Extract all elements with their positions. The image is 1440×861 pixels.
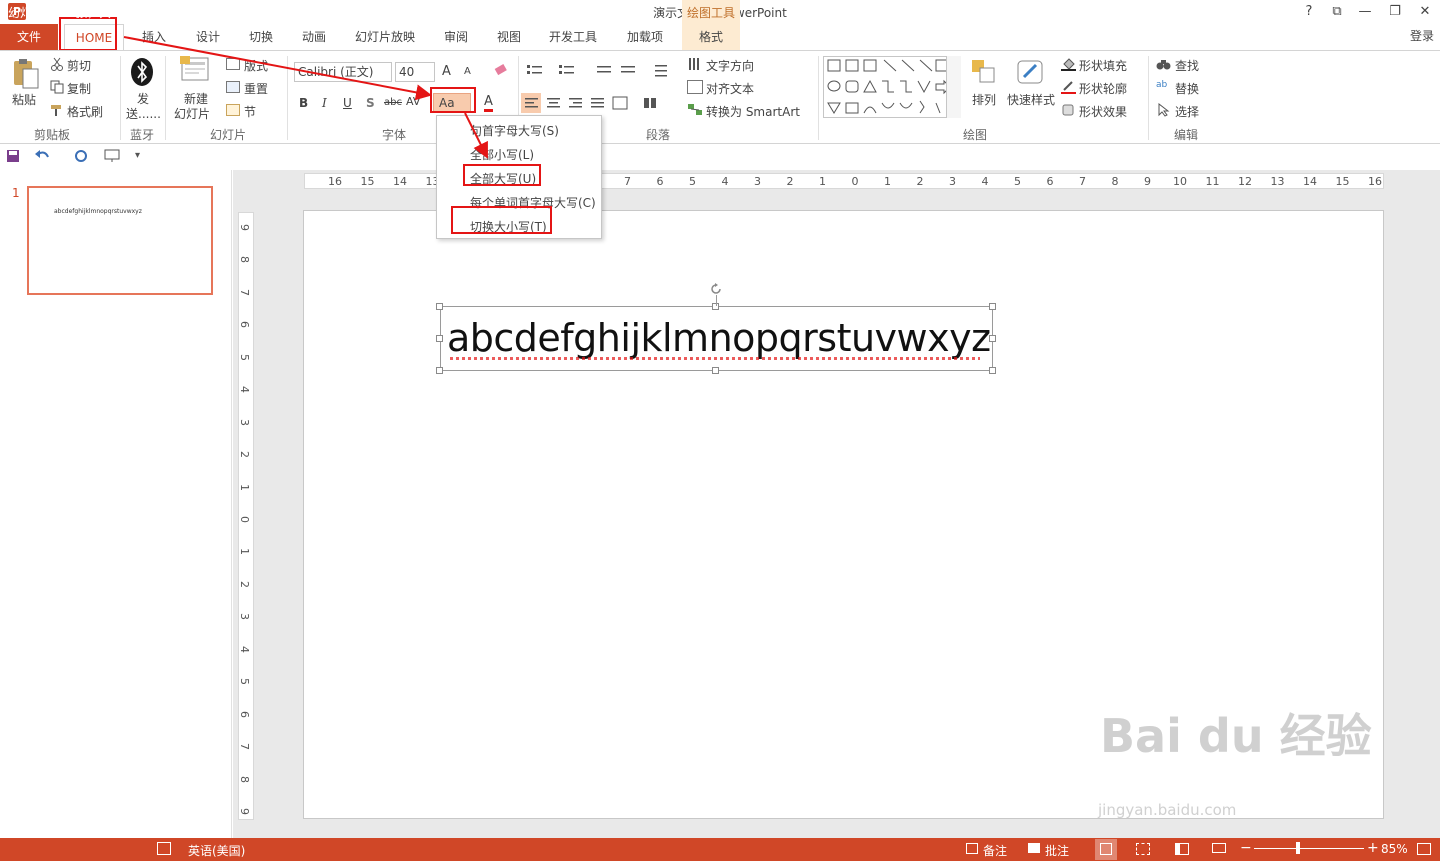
language-status[interactable]: 英语(美国) <box>188 842 245 859</box>
slideshow-view-icon[interactable] <box>1212 843 1226 853</box>
powerpoint-window: P 演示文稿3 - PowerPoint 绘图工具 ? ⧉ — ❐ ✕ 文件 H… <box>0 0 1440 861</box>
baidu-watermark-url: jingyan.baidu.com <box>1098 801 1237 819</box>
zoom-slider-track[interactable] <box>1254 848 1364 849</box>
notes-icon <box>966 843 978 854</box>
reading-view-icon[interactable] <box>1175 843 1189 855</box>
notes-button[interactable]: 备注 <box>983 842 1007 859</box>
baidu-watermark: Bai du 经验 <box>1100 709 1372 763</box>
zoom-level[interactable]: 85% <box>1381 842 1408 856</box>
comments-button[interactable]: 批注 <box>1045 842 1069 859</box>
zoom-in-button[interactable]: + <box>1367 840 1379 856</box>
spelling-icon[interactable] <box>157 842 171 855</box>
zoom-out-button[interactable]: − <box>1240 840 1252 856</box>
zoom-slider-thumb[interactable] <box>1296 842 1300 854</box>
comments-icon <box>1028 843 1040 853</box>
fit-to-window-icon[interactable] <box>1417 843 1431 855</box>
slide-sorter-icon[interactable] <box>1136 843 1150 855</box>
slide-count-status: 幻灯片 第 1 张，共 1 张 <box>8 6 139 20</box>
normal-view-icon <box>1100 843 1112 855</box>
